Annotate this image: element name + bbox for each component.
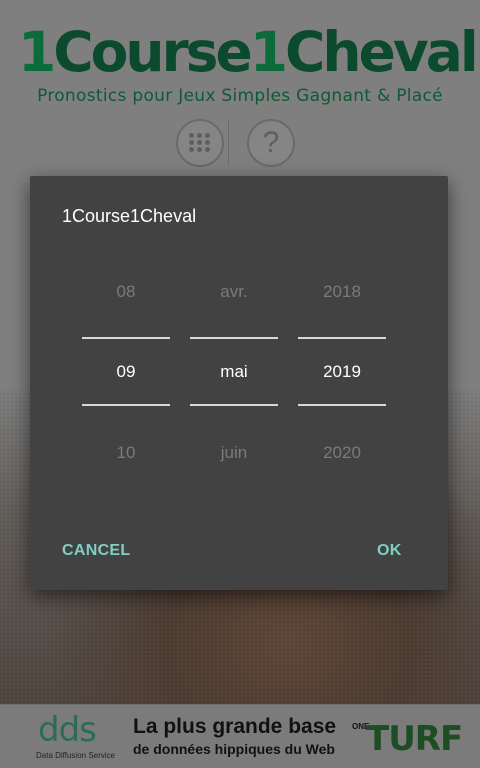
oneturf-turf: TURF xyxy=(366,719,463,759)
app-tagline: Pronostics pour Jeux Simples Gagnant & P… xyxy=(37,86,443,106)
month-selection-line-bottom xyxy=(190,404,278,406)
month-prev-value[interactable]: avr. xyxy=(190,282,278,302)
app-logo: 1Course1Cheval xyxy=(18,20,479,84)
day-prev-value[interactable]: 08 xyxy=(82,282,170,302)
banner-headline: La plus grande base xyxy=(133,715,337,738)
dialog-title: 1Course1Cheval xyxy=(62,206,197,226)
date-picker-dialog: 1Course1Cheval 08 09 10 avr. mai juin 20… xyxy=(30,176,448,590)
day-selection-line-bottom xyxy=(82,404,170,406)
logo-part-cheval: Cheval xyxy=(285,20,479,84)
logo-part-course: Course xyxy=(53,20,252,84)
year-current-value[interactable]: 2019 xyxy=(298,362,386,382)
day-next-value[interactable]: 10 xyxy=(82,443,170,463)
month-spinner[interactable]: avr. mai juin xyxy=(190,266,278,486)
year-selection-line-top xyxy=(298,337,386,339)
dds-subtitle: Data Diffusion Service xyxy=(36,751,115,760)
grid-icon xyxy=(189,133,211,153)
banner-subheadline: de données hippiques du Web xyxy=(133,741,335,757)
year-selection-line-bottom xyxy=(298,404,386,406)
logo-part-1b: 1 xyxy=(249,20,288,84)
year-prev-value[interactable]: 2018 xyxy=(298,282,386,302)
day-selection-line-top xyxy=(82,337,170,339)
toolbar-divider xyxy=(228,121,229,165)
oneturf-one: ONE xyxy=(352,722,370,731)
question-mark-icon: ? xyxy=(262,126,280,159)
help-button[interactable]: ? xyxy=(247,119,295,167)
logo-part-1: 1 xyxy=(18,20,56,84)
grid-menu-button[interactable] xyxy=(176,119,224,167)
day-spinner[interactable]: 08 09 10 xyxy=(82,266,170,486)
day-current-value[interactable]: 09 xyxy=(82,362,170,382)
ok-button[interactable]: OK xyxy=(377,542,402,560)
oneturf-logo: ONE TURF xyxy=(352,719,463,759)
month-next-value[interactable]: juin xyxy=(190,443,278,463)
month-selection-line-top xyxy=(190,337,278,339)
cancel-button[interactable]: CANCEL xyxy=(62,542,130,560)
dds-logo: dds xyxy=(38,710,97,750)
year-next-value[interactable]: 2020 xyxy=(298,443,386,463)
ad-banner[interactable]: dds Data Diffusion Service La plus grand… xyxy=(0,704,480,768)
year-spinner[interactable]: 2018 2019 2020 xyxy=(298,266,386,486)
month-current-value[interactable]: mai xyxy=(190,362,278,382)
